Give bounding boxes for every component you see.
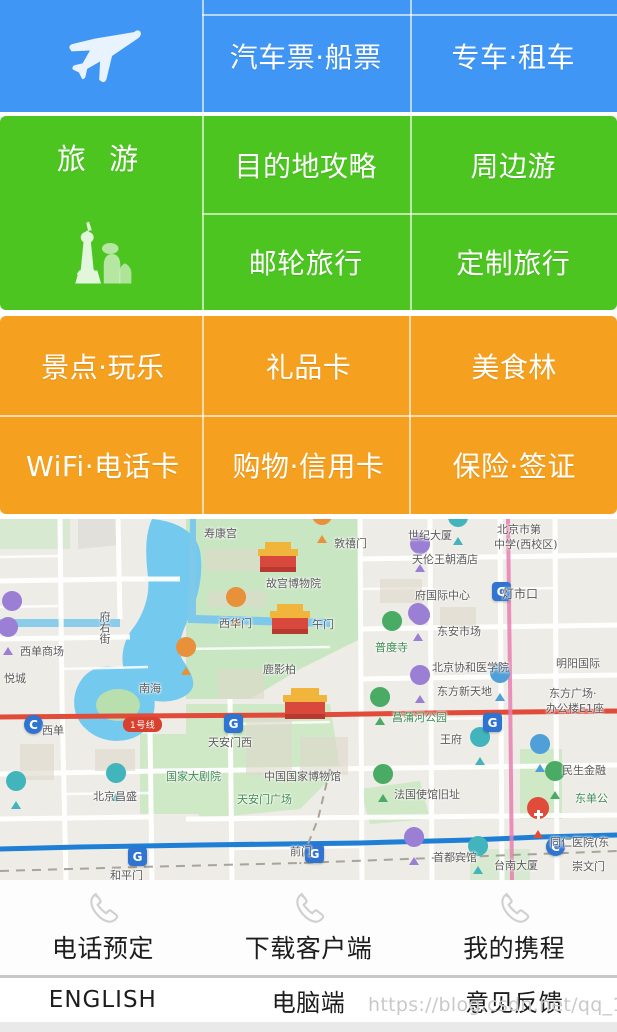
footer-feedback-link[interactable]: 意见反馈 xyxy=(411,978,617,1022)
footer-english-link[interactable]: ENGLISH xyxy=(0,978,206,1022)
nav-cell-label: 购物·信用卡 xyxy=(232,449,385,483)
airplane-icon xyxy=(69,30,141,83)
footer-desktop-link[interactable]: 电脑端 xyxy=(206,978,412,1022)
section-services: 景点·玩乐 礼品卡 美食林 WiFi·电话卡 购物·信用卡 保险·签证 xyxy=(0,316,617,514)
nav-cell-label: 专车·租车 xyxy=(451,41,575,74)
footer-label: 下载客户端 xyxy=(244,933,373,963)
metro-station-qianmen[interactable]: G xyxy=(305,844,324,863)
nav-cell-nearby-tour[interactable]: 周边游 xyxy=(410,116,617,213)
nav-cell-gift-card[interactable]: 礼品卡 xyxy=(206,316,412,415)
section-transport: 汽车票·船票 专车·租车 xyxy=(0,0,617,112)
nav-cell-label: 目的地攻略 xyxy=(234,149,377,183)
map-canvas xyxy=(0,519,617,880)
transport-lead-column[interactable] xyxy=(0,0,202,112)
nav-cell-custom-travel[interactable]: 定制旅行 xyxy=(410,213,617,310)
nav-cell-label: WiFi·电话卡 xyxy=(26,449,180,483)
nav-cell-cruise-travel[interactable]: 邮轮旅行 xyxy=(202,213,410,310)
map-view[interactable]: G C G G G C G 寿康宫 敦禧门 世纪大厦 北京市第 中学(西校区) 天伦王朝酒… xyxy=(0,519,617,880)
transport-cells: 汽车票·船票 专车·租车 xyxy=(202,0,617,112)
footer-label: ENGLISH xyxy=(48,987,157,1013)
mobile-page: 汽车票·船票 专车·租车 旅 游 目的地攻略 周边游 邮轮旅行 定制旅行 景点·… xyxy=(0,0,617,1032)
travel-lead-label: 旅 游 xyxy=(56,141,146,176)
phone-icon xyxy=(295,891,324,923)
footer-phone-booking[interactable]: 电话预定 xyxy=(0,880,206,975)
footer-label: 电话预定 xyxy=(51,933,154,963)
nav-cell-label: 保险·签证 xyxy=(452,449,576,483)
footer-label: 意见反馈 xyxy=(465,988,564,1017)
nav-cell-destination-guide[interactable]: 目的地攻略 xyxy=(202,116,410,213)
metro-station-dengshikou[interactable]: G xyxy=(492,582,511,601)
metro-station-chongwenmen[interactable]: C xyxy=(546,837,565,856)
footer-label: 我的携程 xyxy=(463,933,566,963)
footer-label: 电脑端 xyxy=(271,988,346,1017)
statue-of-liberty-icon xyxy=(75,221,132,283)
nav-cell-label: 邮轮旅行 xyxy=(248,246,363,280)
nav-cell-label: 定制旅行 xyxy=(456,246,571,280)
metro-station-hepingmen[interactable]: G xyxy=(128,847,147,866)
footer-my-ctrip[interactable]: 我的携程 xyxy=(411,880,617,975)
bottom-bar xyxy=(0,1022,617,1032)
section-travel: 旅 游 目的地攻略 周边游 邮轮旅行 定制旅行 xyxy=(0,116,617,310)
nav-cell-label: 礼品卡 xyxy=(265,350,352,384)
nav-cell-shopping-creditcard[interactable]: 购物·信用卡 xyxy=(206,415,412,514)
nav-cell-label: 景点·玩乐 xyxy=(41,350,165,384)
map-line-tag: 1号线 xyxy=(123,717,163,732)
footer-download-app[interactable]: 下载客户端 xyxy=(206,880,412,975)
travel-cells: 目的地攻略 周边游 邮轮旅行 定制旅行 xyxy=(202,116,617,310)
nav-cell-bus-ferry[interactable]: 汽车票·船票 xyxy=(202,0,410,112)
nav-cell-food-guide[interactable]: 美食林 xyxy=(411,316,617,415)
footer-secondary-row: ENGLISH 电脑端 意见反馈 xyxy=(0,978,617,1022)
metro-station-wangfujing[interactable]: G xyxy=(483,713,502,732)
nav-cell-attractions-fun[interactable]: 景点·玩乐 xyxy=(0,316,206,415)
nav-cell-insurance-visa[interactable]: 保险·签证 xyxy=(411,415,617,514)
travel-lead-column[interactable]: 旅 游 xyxy=(0,116,202,310)
nav-cell-label: 美食林 xyxy=(471,350,557,384)
metro-station-xidan[interactable]: C xyxy=(24,715,43,734)
nav-cell-wifi-simcard[interactable]: WiFi·电话卡 xyxy=(0,415,206,514)
footer-primary-row: 电话预定 下载客户端 我的携程 xyxy=(0,880,617,975)
metro-station-tiananmen-west[interactable]: G xyxy=(224,714,243,733)
nav-cell-car-rental[interactable]: 专车·租车 xyxy=(410,0,617,112)
nav-cell-label: 周边游 xyxy=(470,149,556,183)
nav-cell-label: 汽车票·船票 xyxy=(229,41,382,74)
phone-icon xyxy=(501,891,530,923)
phone-icon xyxy=(90,891,119,923)
